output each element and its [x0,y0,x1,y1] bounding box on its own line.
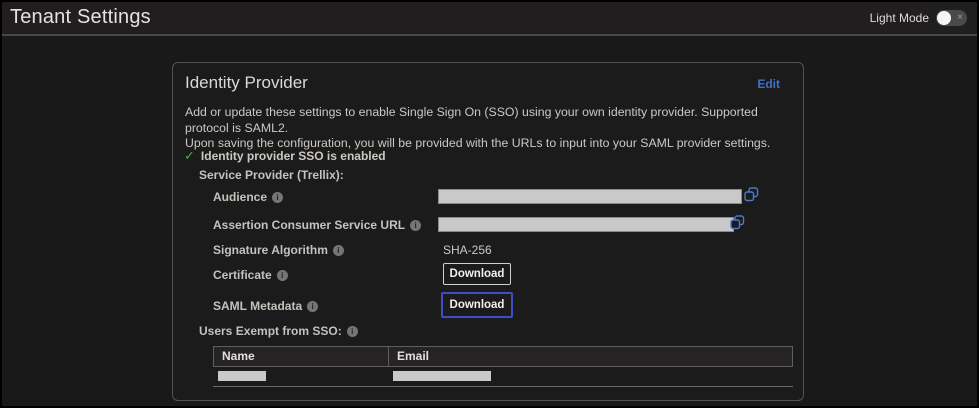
panel-title: Identity Provider [185,73,308,93]
signature-algorithm-value: SHA-256 [443,243,492,257]
acs-url-label: Assertion Consumer Service URL [213,218,421,232]
audience-label: Audience [213,190,283,204]
sso-status: ✓ Identity provider SSO is enabled [184,148,386,164]
column-header-name: Name [214,347,389,366]
toggle-off-icon: × [957,11,963,25]
table-row [213,367,793,387]
signature-algorithm-label: Signature Algorithm [213,243,344,257]
light-mode-control: Light Mode × [870,2,967,34]
users-exempt-table: Name Email [213,346,793,387]
copy-icon[interactable] [730,215,745,235]
edit-button[interactable]: Edit [757,77,780,91]
acs-url-label-text: Assertion Consumer Service URL [213,218,405,232]
info-icon[interactable] [347,326,358,337]
info-icon[interactable] [307,301,318,312]
info-icon[interactable] [410,220,421,231]
saml-metadata-label-text: SAML Metadata [213,299,302,313]
certificate-download-button[interactable]: Download [443,263,511,285]
signature-algorithm-label-text: Signature Algorithm [213,243,328,257]
email-value-redacted [393,371,491,381]
light-mode-toggle[interactable]: × [936,10,967,26]
saml-metadata-download-button[interactable]: Download [441,292,513,318]
info-icon[interactable] [272,192,283,203]
identity-provider-panel: Identity Provider Edit Add or update the… [172,62,804,401]
certificate-label: Certificate [213,268,288,282]
page-title: Tenant Settings [10,6,151,29]
audience-value-redacted [438,189,742,204]
certificate-label-text: Certificate [213,268,272,282]
service-provider-heading: Service Provider (Trellix): [199,168,344,182]
copy-icon[interactable] [744,187,759,207]
saml-metadata-label: SAML Metadata [213,299,318,313]
panel-description: Add or update these settings to enable S… [185,105,791,152]
sso-status-text: Identity provider SSO is enabled [201,149,386,163]
description-line: Add or update these settings to enable S… [185,105,791,136]
users-exempt-label-text: Users Exempt from SSO: [199,324,342,338]
info-icon[interactable] [333,245,344,256]
audience-label-text: Audience [213,190,267,204]
acs-url-value-redacted [438,217,734,232]
name-value-redacted [218,371,266,381]
light-mode-label: Light Mode [870,11,929,25]
toggle-knob-icon [937,11,951,25]
info-icon[interactable] [277,270,288,281]
table-header-row: Name Email [213,346,793,367]
users-exempt-label: Users Exempt from SSO: [199,324,358,338]
green-check-icon: ✓ [184,148,195,164]
app-window: Tenant Settings Light Mode × Identity Pr… [0,0,979,408]
column-header-email: Email [389,347,792,366]
top-bar: Tenant Settings Light Mode × [2,2,977,36]
